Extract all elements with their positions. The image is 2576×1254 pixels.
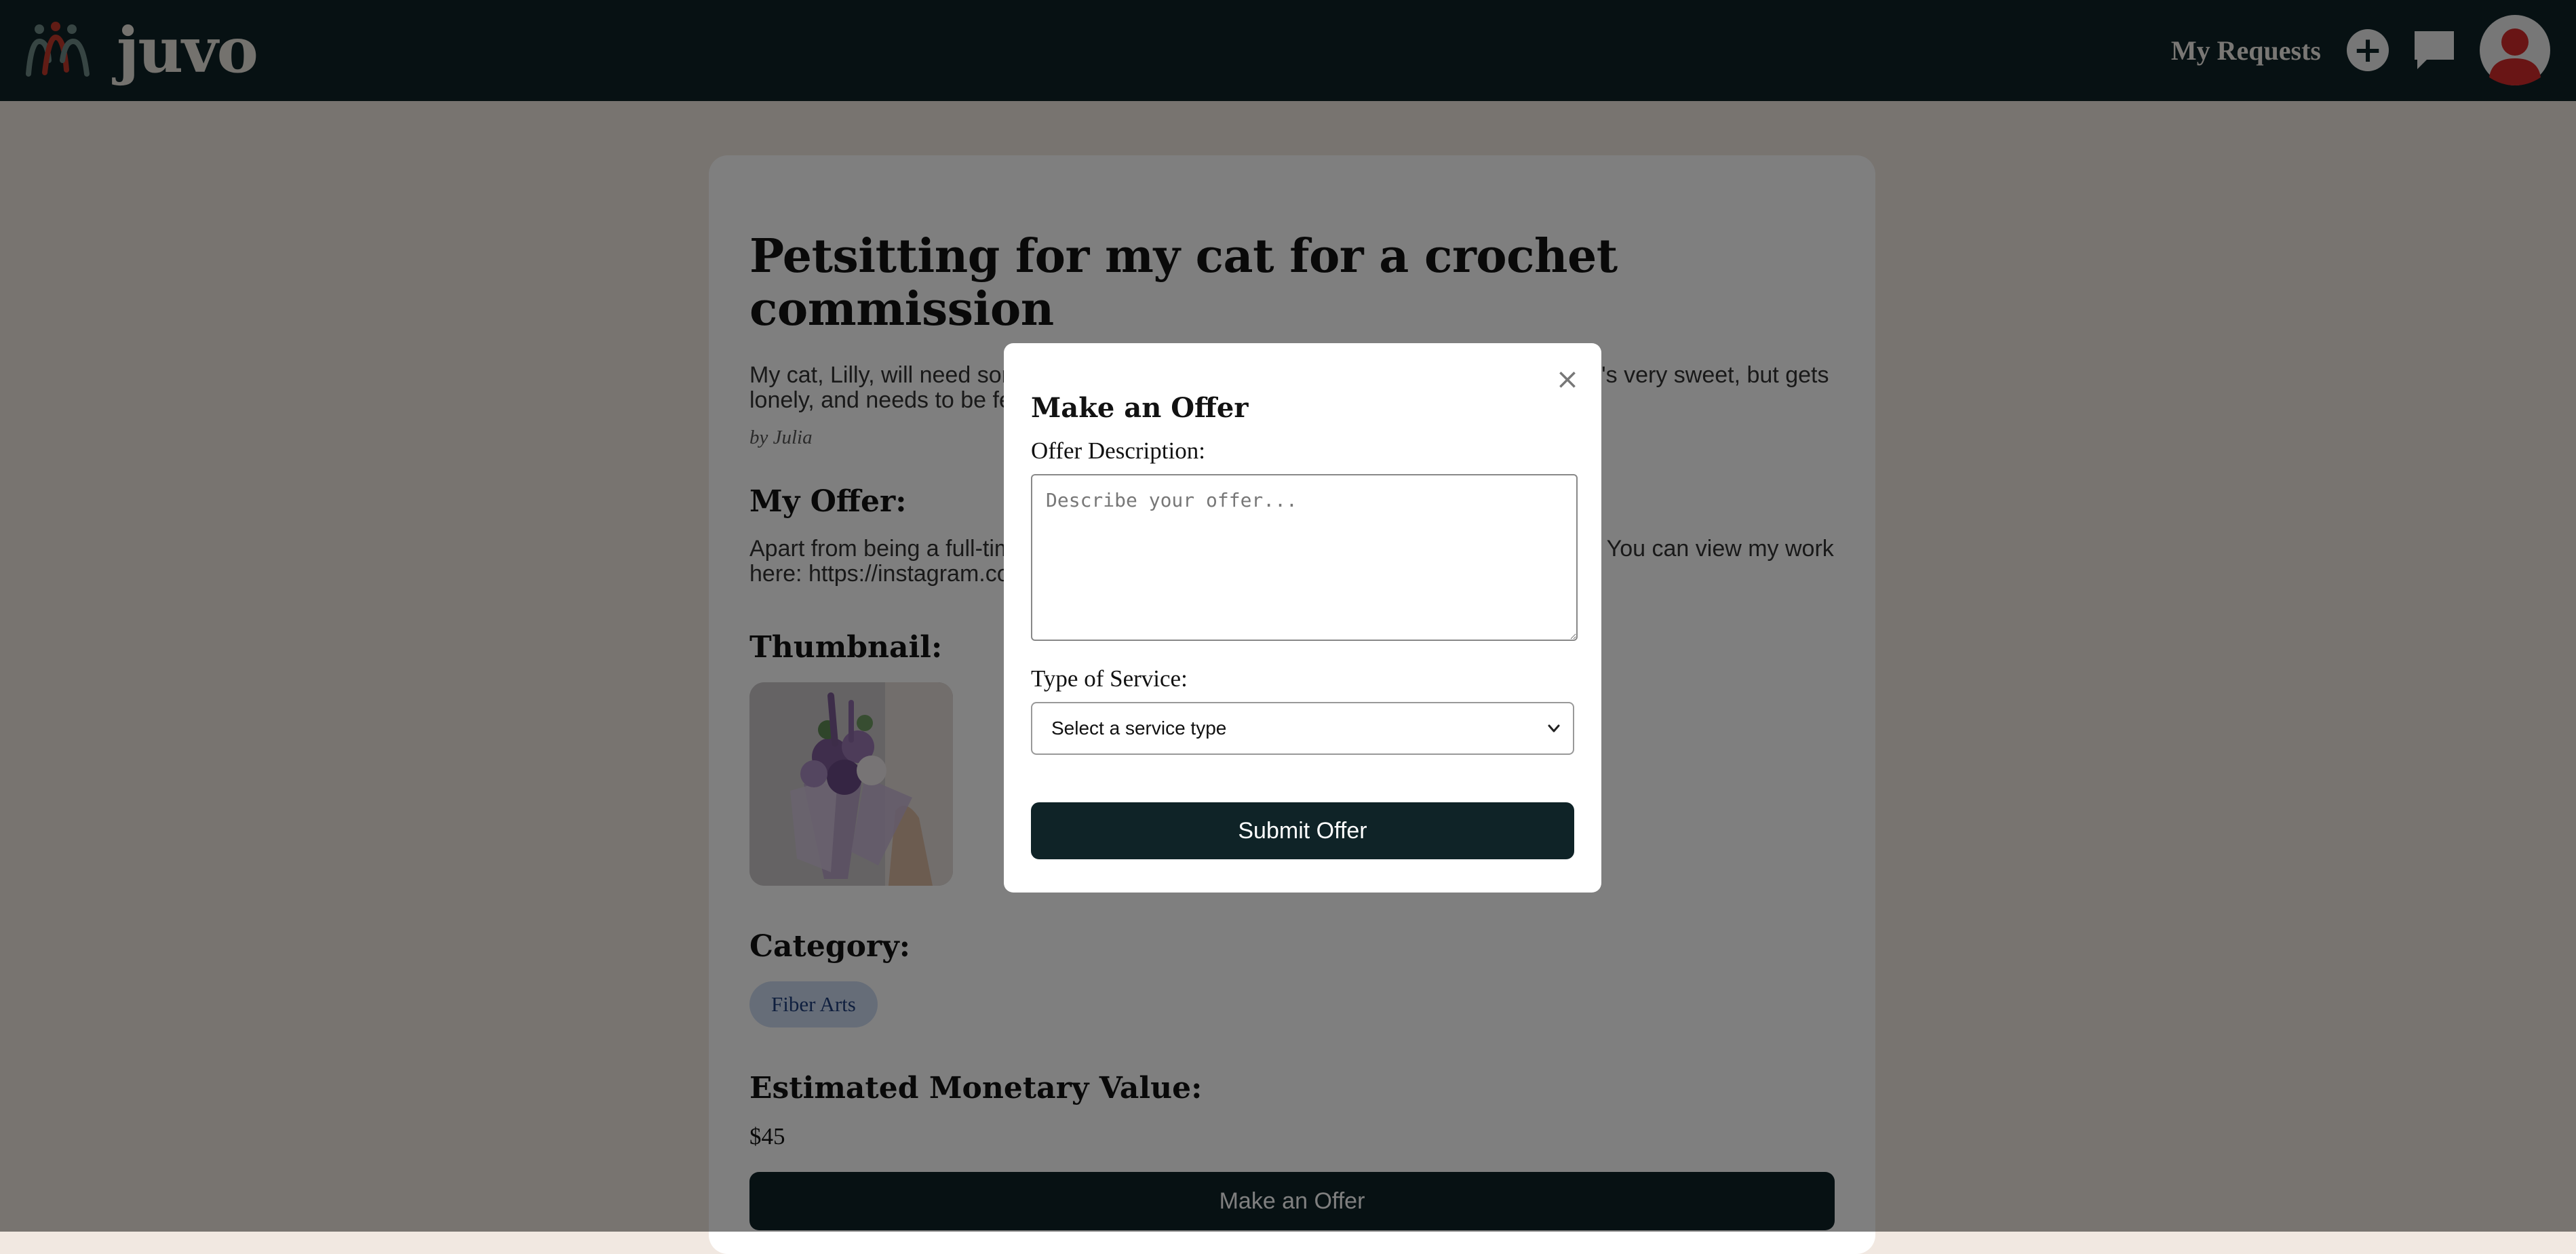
service-type-selected: Select a service type [1051,718,1227,739]
service-type-select[interactable]: Select a service type [1031,702,1574,755]
make-offer-modal: × Make an Offer Offer Description: Type … [1004,343,1601,893]
service-type-label: Type of Service: [1031,665,1188,692]
close-icon[interactable]: × [1548,359,1586,397]
submit-offer-button[interactable]: Submit Offer [1031,802,1574,859]
offer-description-label: Offer Description: [1031,437,1205,464]
offer-description-input[interactable] [1031,474,1578,641]
modal-title: Make an Offer [1031,392,1249,424]
chevron-down-icon [1548,724,1560,732]
